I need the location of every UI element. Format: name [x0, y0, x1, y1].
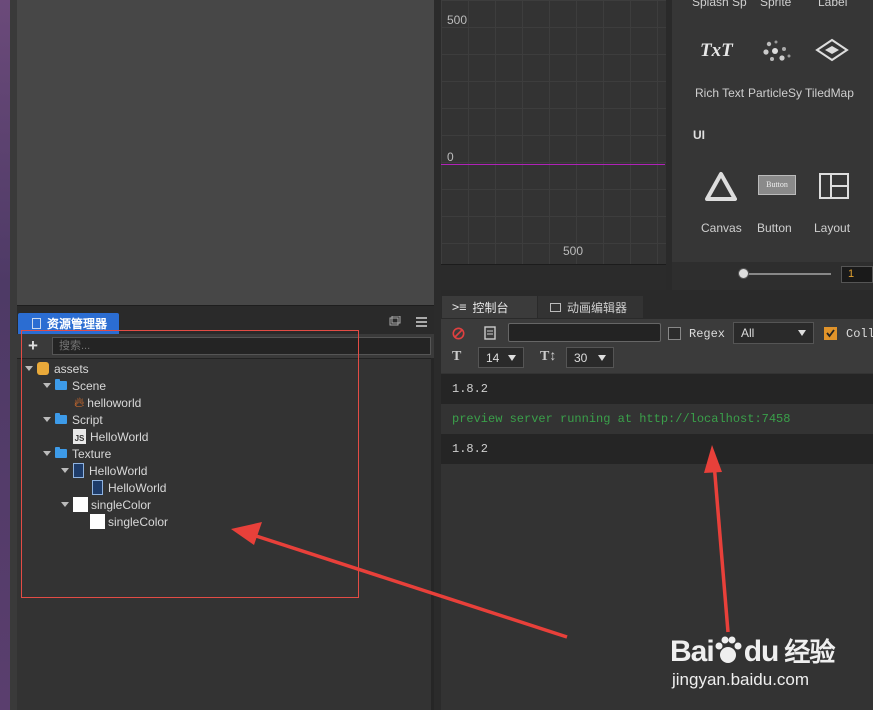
- watermark-brand: Bai: [670, 635, 715, 668]
- arrow-to-assets: [231, 522, 568, 639]
- arrow-to-console: [704, 445, 730, 633]
- baidu-watermark: Bai du 经验 jingyan.baidu.com: [668, 616, 873, 710]
- watermark-cn: 经验: [784, 637, 835, 667]
- paw-icon: [714, 635, 744, 669]
- watermark-brand-suffix: du: [743, 635, 780, 668]
- watermark-url: jingyan.baidu.com: [672, 670, 810, 689]
- annotation-arrows: [231, 445, 730, 639]
